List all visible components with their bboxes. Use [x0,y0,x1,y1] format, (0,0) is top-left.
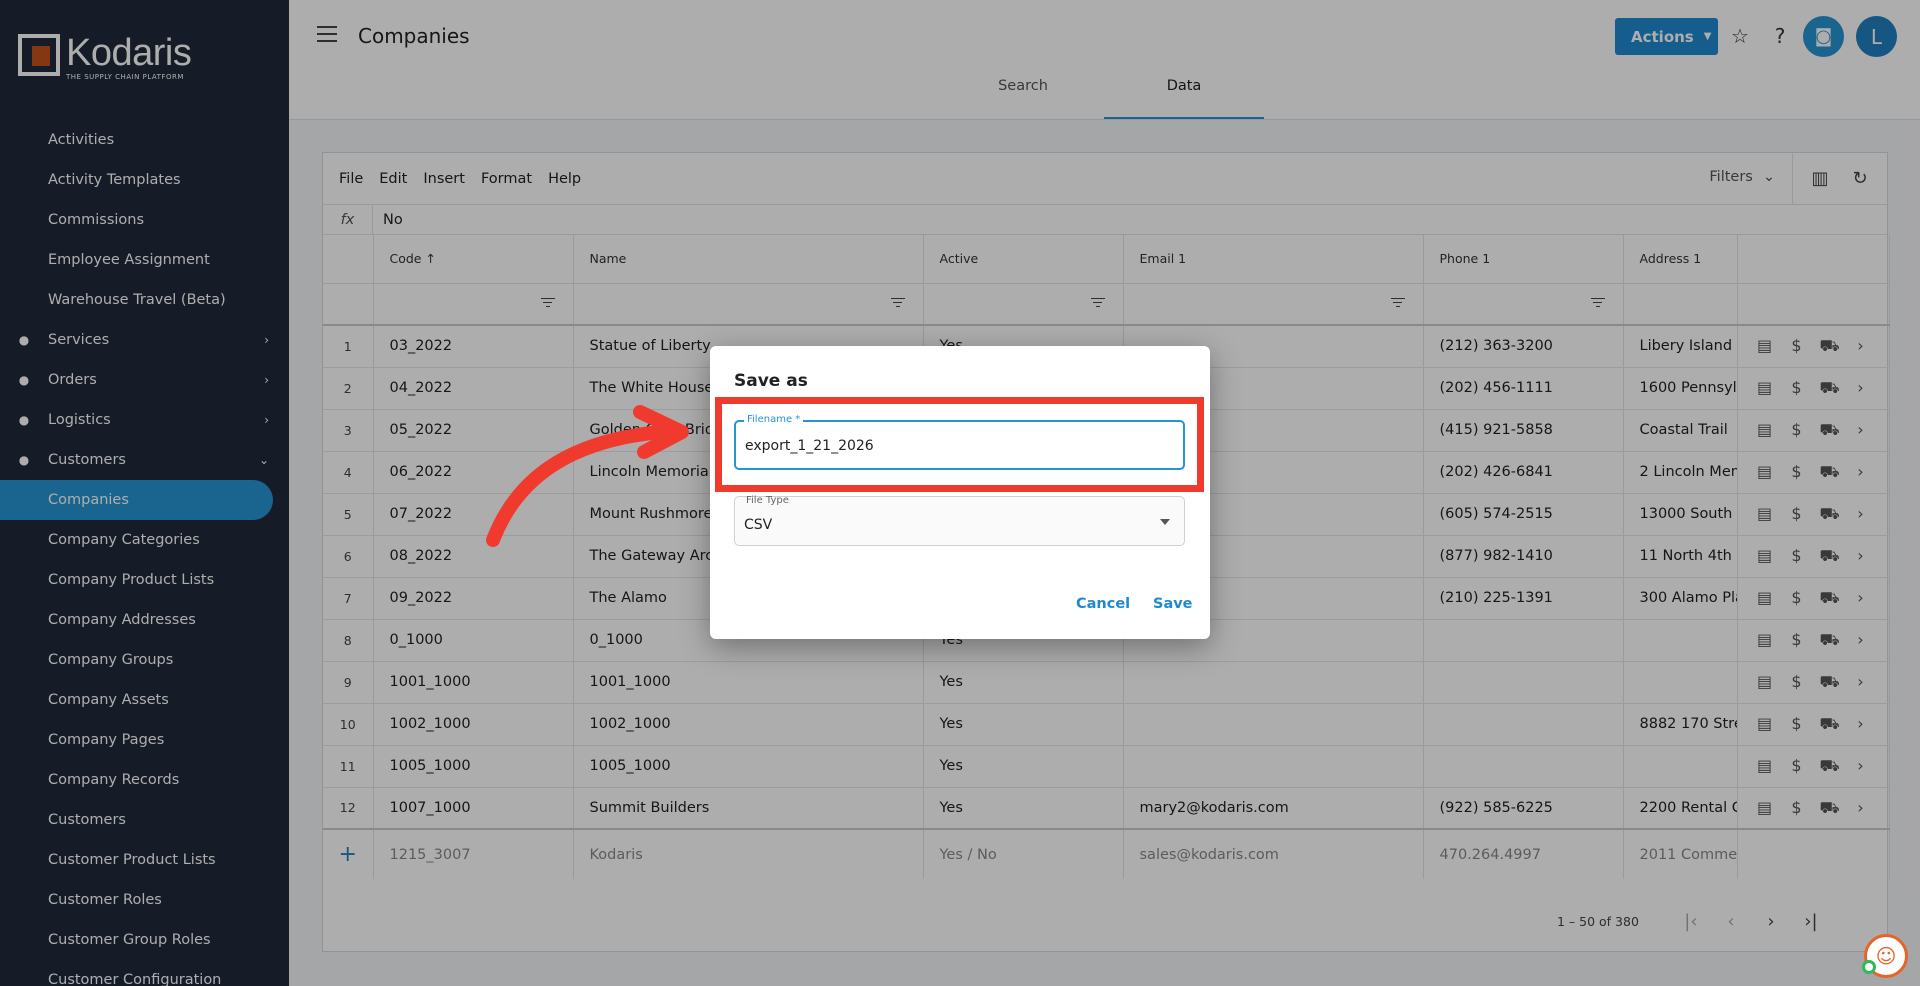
file-type-value: CSV [744,517,773,533]
dialog-title: Save as [734,371,808,391]
online-status-icon [1862,960,1876,974]
cancel-button[interactable]: Cancel [1076,596,1130,612]
file-type-select[interactable]: File Type CSV [734,495,1185,546]
save-as-dialog: Save as Filename * export_1_21_2026 File… [710,346,1210,639]
save-button[interactable]: Save [1153,596,1193,612]
dropdown-arrow-icon [1160,519,1170,525]
file-type-label: File Type [746,495,789,506]
highlight-box [715,397,1204,492]
